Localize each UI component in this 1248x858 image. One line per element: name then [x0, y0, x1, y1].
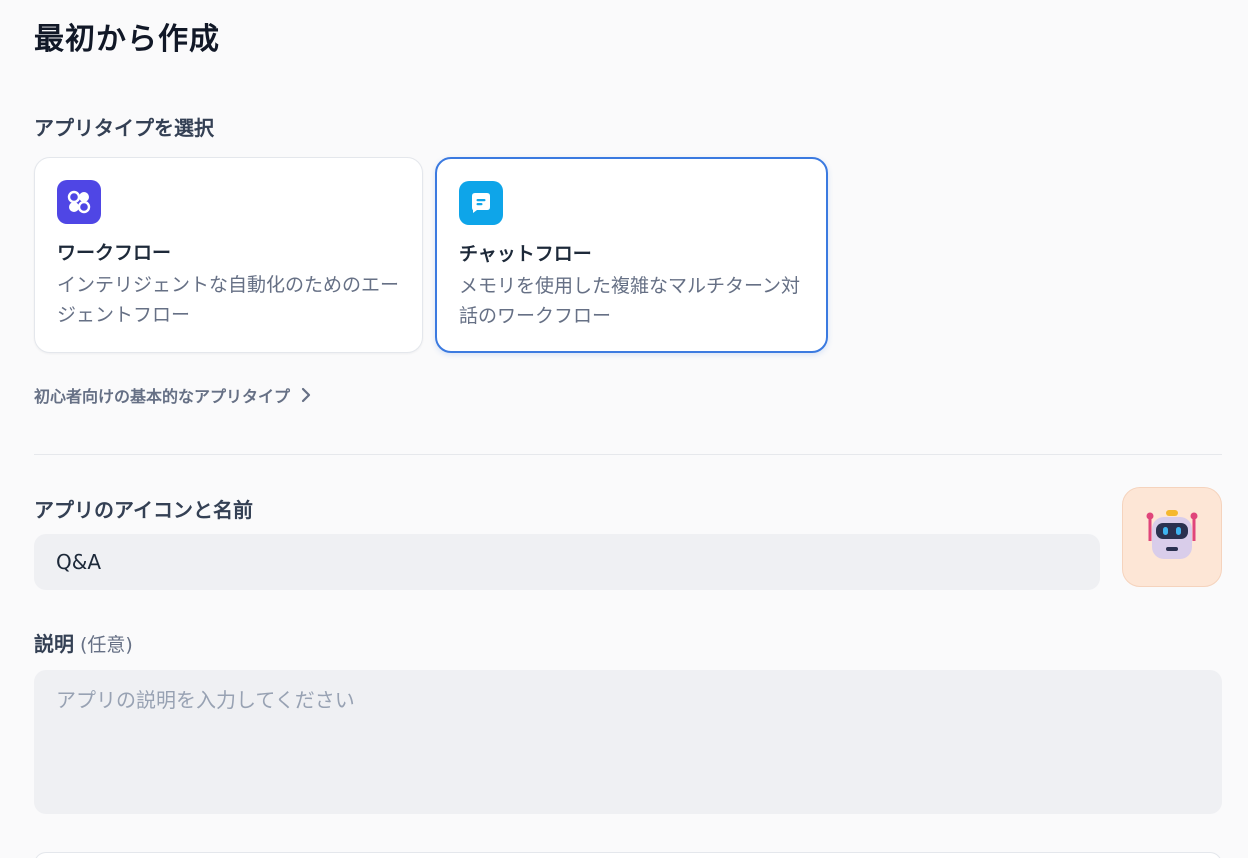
- app-type-card-chatflow[interactable]: チャットフロー メモリを使用した複雑なマルチターン対話のワークフロー: [435, 157, 828, 353]
- workflow-icon: [57, 180, 101, 224]
- chatflow-card-title: チャットフロー: [459, 243, 592, 265]
- create-app-page: 最初から作成 アプリタイプを選択 ワークフロー インテリジェントな自動化のための…: [0, 0, 1248, 858]
- workflow-card-description: インテリジェントな自動化のためのエージェントフロー: [57, 274, 400, 326]
- beginner-link-label: 初心者向けの基本的なアプリタイプ: [34, 387, 291, 406]
- section-divider: [34, 454, 1222, 455]
- description-label: 説明 (任意): [34, 628, 133, 657]
- app-type-card-workflow[interactable]: ワークフロー インテリジェントな自動化のためのエージェントフロー: [34, 157, 423, 353]
- beginner-app-types-link[interactable]: 初心者向けの基本的なアプリタイプ: [34, 383, 312, 407]
- workflow-card-title: ワークフロー: [57, 242, 172, 264]
- description-textarea[interactable]: [34, 670, 1222, 814]
- description-label-text: 説明: [34, 632, 74, 656]
- chatflow-card-description: メモリを使用した複雑なマルチターン対話のワークフロー: [459, 275, 801, 327]
- chevron-right-icon: [301, 387, 311, 403]
- app-avatar-button[interactable]: [1122, 487, 1222, 587]
- optional-tag: (任意): [80, 634, 133, 656]
- page-title: 最初から作成: [34, 22, 220, 57]
- chatflow-icon: [459, 181, 503, 225]
- app-type-label: アプリタイプを選択: [34, 116, 214, 140]
- app-name-label: アプリのアイコンと名前: [34, 498, 253, 522]
- robot-icon: [1146, 510, 1198, 559]
- app-name-input[interactable]: [34, 534, 1100, 590]
- next-section-container: [34, 852, 1222, 858]
